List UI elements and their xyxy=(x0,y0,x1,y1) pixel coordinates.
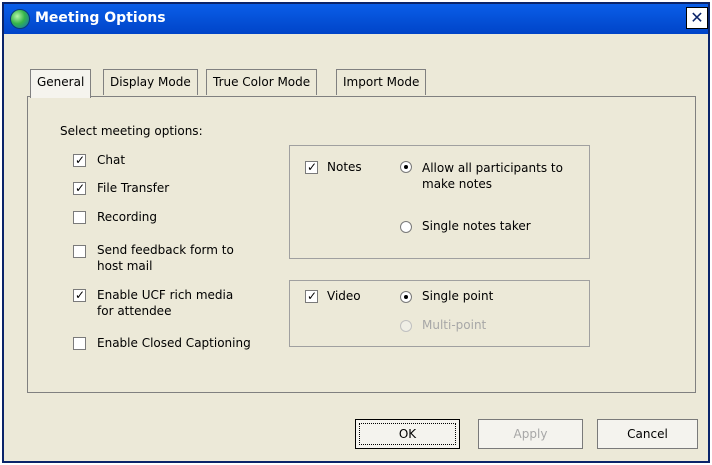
feedback-form-checkbox[interactable] xyxy=(73,245,86,258)
recording-checkbox[interactable] xyxy=(73,211,86,224)
tab-true-color-mode[interactable]: True Color Mode xyxy=(206,69,318,95)
file-transfer-checkbox[interactable]: ✓ xyxy=(73,181,86,195)
file-transfer-label: File Transfer xyxy=(97,181,170,195)
close-icon: ✕ xyxy=(690,8,704,27)
cancel-label: Cancel xyxy=(627,427,668,441)
single-notes-taker-radio[interactable] xyxy=(400,221,412,233)
ucf-rich-media-label-line1: Enable UCF rich media xyxy=(97,288,234,302)
apply-button: Apply xyxy=(478,419,583,449)
select-options-heading: Select meeting options: xyxy=(60,124,203,138)
allow-all-notes-radio[interactable] xyxy=(400,161,412,173)
chat-label: Chat xyxy=(97,153,126,167)
notes-label: Notes xyxy=(327,160,362,174)
tab-true-color-mode-label: True Color Mode xyxy=(213,75,311,89)
tab-display-mode[interactable]: Display Mode xyxy=(103,69,198,95)
ucf-rich-media-checkbox[interactable]: ✓ xyxy=(73,288,86,302)
globe-icon xyxy=(10,9,30,29)
recording-label: Recording xyxy=(97,210,158,224)
video-checkbox[interactable]: ✓ xyxy=(305,289,318,303)
feedback-form-label-line2: host mail xyxy=(97,259,153,273)
multi-point-label: Multi-point xyxy=(422,318,487,332)
feedback-form-label-line1: Send feedback form to xyxy=(97,243,234,257)
check-mark-icon: ✓ xyxy=(307,289,318,303)
chat-checkbox[interactable]: ✓ xyxy=(73,153,86,167)
closed-captioning-checkbox[interactable] xyxy=(73,337,86,350)
multi-point-radio xyxy=(400,320,412,332)
focus-rectangle xyxy=(359,423,456,445)
tab-display-mode-label: Display Mode xyxy=(110,75,191,89)
tab-general-label: General xyxy=(37,75,85,89)
tab-import-mode[interactable]: Import Mode xyxy=(336,69,427,95)
tab-import-mode-label: Import Mode xyxy=(343,75,420,89)
check-mark-icon: ✓ xyxy=(75,153,86,167)
check-mark-icon: ✓ xyxy=(307,160,318,174)
single-point-label: Single point xyxy=(422,289,494,303)
close-button[interactable]: ✕ xyxy=(686,7,708,29)
single-notes-taker-label: Single notes taker xyxy=(422,219,531,233)
window-title: Meeting Options xyxy=(35,10,166,26)
radio-selected-dot xyxy=(404,295,408,299)
tab-general[interactable]: General xyxy=(30,69,92,98)
apply-label: Apply xyxy=(513,427,548,441)
ucf-rich-media-label-line2: for attendee xyxy=(97,304,172,318)
ok-button[interactable]: OK xyxy=(355,419,460,449)
video-label: Video xyxy=(327,289,361,303)
radio-selected-dot xyxy=(404,165,408,169)
notes-checkbox[interactable]: ✓ xyxy=(305,160,318,174)
closed-captioning-label: Enable Closed Captioning xyxy=(97,336,251,350)
title-bar[interactable]: Meeting Options ✕ xyxy=(4,4,708,34)
check-mark-icon: ✓ xyxy=(75,288,86,302)
check-mark-icon: ✓ xyxy=(75,181,86,195)
allow-all-notes-label-line2: make notes xyxy=(422,177,493,191)
allow-all-notes-label-line1: Allow all participants to xyxy=(422,161,563,175)
cancel-button[interactable]: Cancel xyxy=(597,419,698,449)
single-point-radio[interactable] xyxy=(400,291,412,303)
